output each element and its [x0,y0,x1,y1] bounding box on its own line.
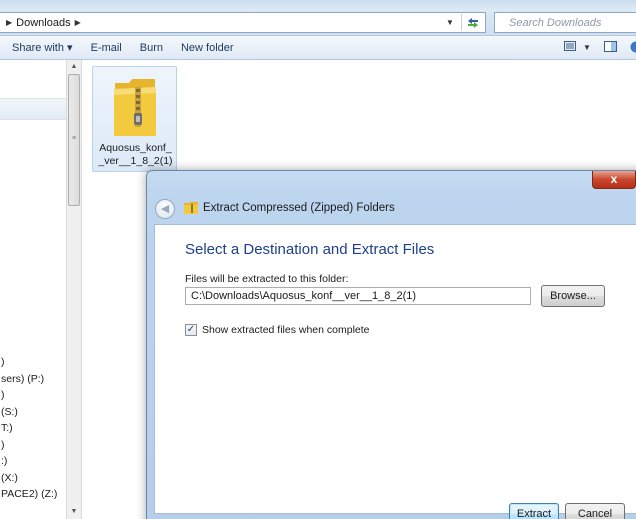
search-input[interactable]: Search Downloads [494,12,636,33]
refresh-button[interactable] [461,14,483,31]
file-name: Aquosus_konf__ver__1_8_2(1) [98,142,173,167]
extract-dialog: x ◀ Extract Compressed (Zipped) Folders … [146,170,636,519]
nav-drive-item[interactable]: T:) [0,420,66,437]
nav-drive-item[interactable]: ) [0,387,66,404]
breadcrumb-arrow-icon[interactable]: ▶ [6,18,12,27]
nav-drive-list: ) sers) (P:) ) (S:) T:) ) :) (X:) PACE2)… [0,354,66,503]
search-placeholder: Search Downloads [509,16,602,29]
scrollbar-thumb[interactable]: ≡ [68,74,80,206]
scroll-down-arrow-icon[interactable]: ▼ [67,505,81,519]
nav-drive-item[interactable]: ) [0,437,66,454]
refresh-icon [467,17,478,28]
email-button[interactable]: E-mail [91,42,122,54]
dialog-heading: Select a Destination and Extract Files [185,241,435,258]
change-view-button[interactable] [564,41,576,51]
nav-drive-item[interactable]: :) [0,453,66,470]
zipped-folder-icon [114,79,156,136]
show-files-label[interactable]: Show extracted files when complete [202,324,370,336]
dialog-footer: Extract Cancel [147,499,636,519]
dialog-close-button[interactable]: x [592,171,636,189]
cancel-button[interactable]: Cancel [565,503,625,519]
burn-button[interactable]: Burn [140,42,163,54]
scrollbar-grip-icon: ≡ [72,135,77,142]
address-history-dropdown-icon[interactable]: ▼ [443,15,457,30]
navigation-pane: ) sers) (P:) ) (S:) T:) ) :) (X:) PACE2)… [0,60,66,519]
dialog-content: Select a Destination and Extract Files F… [154,224,636,514]
view-dropdown-icon[interactable]: ▼ [583,43,591,52]
help-icon [630,41,636,53]
dialog-header: ◀ Extract Compressed (Zipped) Folders [147,193,636,223]
nav-drive-item[interactable]: ) [0,354,66,371]
command-bar: Share with ▾ E-mail Burn New folder ▼ [0,36,636,60]
file-item-zip[interactable]: Aquosus_konf__ver__1_8_2(1) [92,66,177,172]
breadcrumb-downloads[interactable]: Downloads [16,17,70,29]
browse-button[interactable]: Browse... [541,285,605,307]
view-icon [564,41,576,51]
address-bar-row: ▶ Downloads ▶ ▼ Search Downloads [0,8,636,36]
extract-button[interactable]: Extract [509,503,559,519]
address-bar[interactable]: ▶ Downloads ▶ ▼ [0,12,486,33]
destination-label: Files will be extracted to this folder: [185,273,349,285]
share-with-button[interactable]: Share with ▾ [12,41,73,54]
nav-scrollbar[interactable]: ▲ ≡ ▼ [66,60,82,519]
nav-drive-item[interactable]: PACE2) (Z:) [0,486,66,503]
preview-pane-icon [604,41,617,52]
new-folder-button[interactable]: New folder [181,42,234,54]
zipped-folder-icon [184,202,198,214]
show-files-option[interactable]: ✓ Show extracted files when complete [185,324,370,336]
dialog-title: Extract Compressed (Zipped) Folders [203,202,395,214]
scroll-up-arrow-icon[interactable]: ▲ [67,60,81,74]
breadcrumb-arrow-icon[interactable]: ▶ [75,18,81,27]
back-arrow-icon[interactable]: ◀ [155,199,175,219]
show-files-checkbox[interactable]: ✓ [185,324,197,336]
nav-drive-item[interactable]: (S:) [0,404,66,421]
help-button[interactable] [630,41,636,53]
nav-selected-item[interactable] [0,98,66,120]
nav-drive-item[interactable]: (X:) [0,470,66,487]
preview-pane-button[interactable] [604,41,617,52]
explorer-titlebar [0,0,636,8]
destination-path-input[interactable] [185,287,531,305]
nav-drive-item[interactable]: sers) (P:) [0,371,66,388]
